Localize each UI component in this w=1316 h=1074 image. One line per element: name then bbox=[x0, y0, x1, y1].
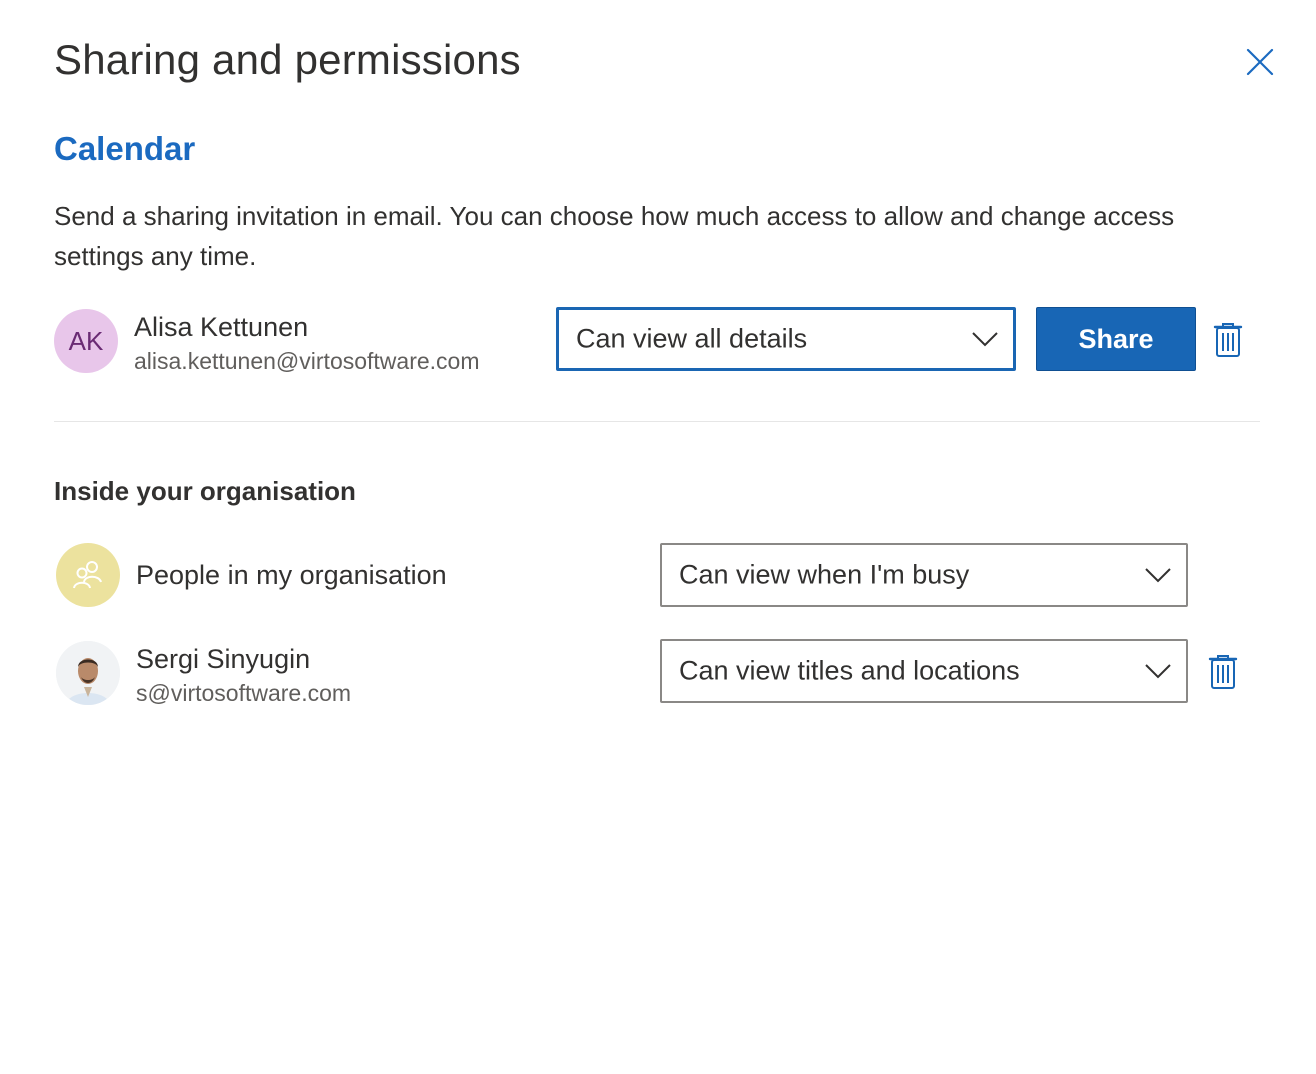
calendar-name: Calendar bbox=[54, 130, 196, 167]
sharing-description: Send a sharing invitation in email. You … bbox=[54, 201, 1175, 271]
org-permission-dropdown[interactable]: Can view when I'm busy bbox=[660, 543, 1188, 607]
sergi-name: Sergi Sinyugin bbox=[136, 644, 311, 674]
share-button[interactable]: Share bbox=[1036, 307, 1196, 371]
org-entry-name: People in my organisation bbox=[136, 560, 447, 590]
sergi-permission-value: Can view titles and locations bbox=[679, 655, 1020, 686]
sergi-email: s@virtosoftware.com bbox=[136, 680, 352, 706]
close-button[interactable] bbox=[1240, 42, 1280, 82]
sergi-permission-dropdown[interactable]: Can view titles and locations bbox=[660, 639, 1188, 703]
chevron-down-icon bbox=[1145, 568, 1171, 583]
user-photo-icon bbox=[56, 641, 120, 705]
close-icon bbox=[1246, 48, 1274, 76]
invite-permission-value: Can view all details bbox=[576, 323, 808, 354]
invitee-name: Alisa Kettunen bbox=[134, 312, 309, 342]
section-divider bbox=[54, 421, 1260, 422]
trash-icon bbox=[1213, 323, 1243, 357]
invite-permission-dropdown[interactable]: Can view all details bbox=[556, 307, 1016, 371]
chevron-down-icon bbox=[1145, 664, 1171, 679]
avatar: AK bbox=[54, 309, 118, 373]
avatar-initials: AK bbox=[68, 325, 104, 356]
people-icon bbox=[73, 561, 102, 589]
inside-org-heading: Inside your organisation bbox=[54, 476, 356, 506]
delete-invite-button[interactable] bbox=[1213, 322, 1243, 358]
dialog-title: Sharing and permissions bbox=[54, 36, 521, 83]
avatar bbox=[56, 543, 120, 607]
avatar bbox=[56, 641, 120, 705]
invitee-email: alisa.kettunen@virtosoftware.com bbox=[134, 348, 480, 374]
delete-sergi-button[interactable] bbox=[1208, 654, 1238, 690]
chevron-down-icon bbox=[972, 332, 998, 347]
sharing-dialog: Sharing and permissions Calendar Send a … bbox=[0, 0, 1316, 1074]
org-permission-value: Can view when I'm busy bbox=[679, 559, 970, 590]
trash-icon bbox=[1208, 655, 1238, 689]
